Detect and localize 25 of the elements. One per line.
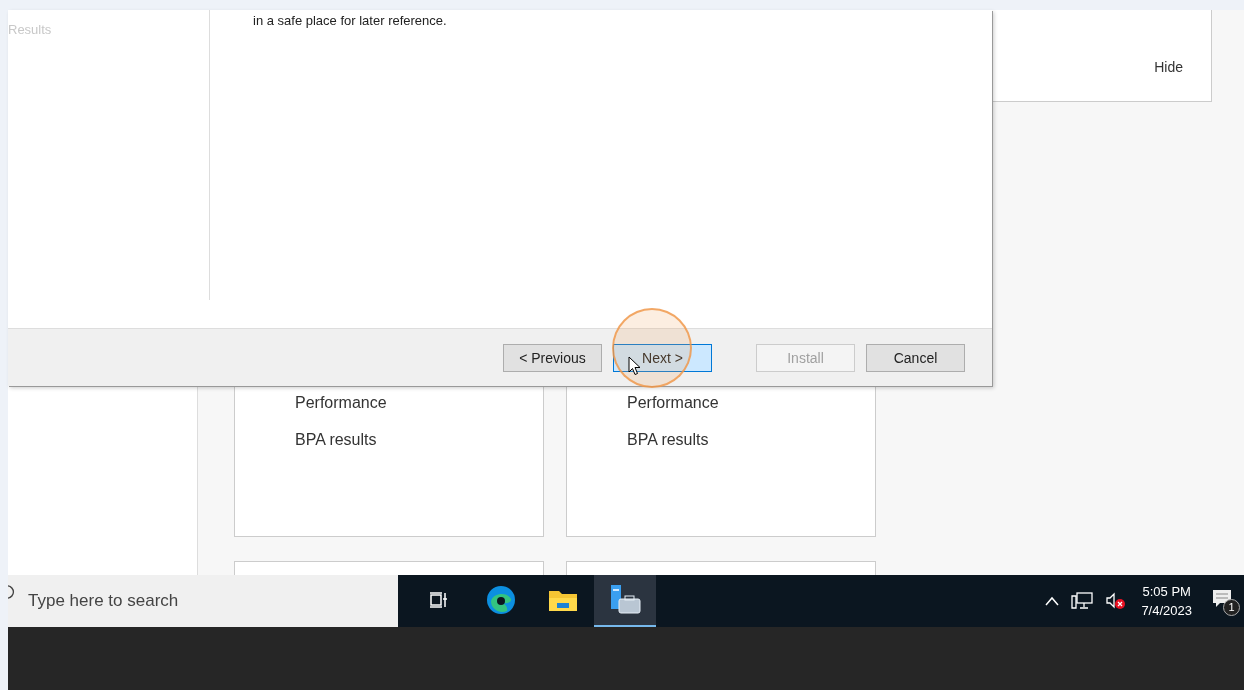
mouse-pointer-icon [628, 356, 641, 376]
browser-icon [485, 584, 517, 616]
search-field[interactable]: Type here to search [8, 575, 398, 627]
tile-link[interactable]: Performance [627, 392, 875, 414]
wizard-button[interactable]: < Previous [503, 343, 602, 372]
search-placeholder: Type here to search [28, 591, 179, 611]
volume-muted-icon[interactable] [1105, 592, 1128, 610]
hide-link[interactable]: Hide [1154, 59, 1183, 75]
server-icon [608, 584, 642, 616]
tile-link[interactable]: Performance [295, 392, 543, 414]
chevron-up-icon[interactable] [1045, 596, 1060, 606]
notification-button[interactable]: 1 [1212, 586, 1238, 616]
instruction-text: in a safe place for later reference. [253, 13, 447, 29]
tile-link[interactable]: BPA results [627, 429, 875, 451]
taskbar-clock[interactable]: 5:05 PM 7/4/2023 [1141, 582, 1192, 620]
tile-link[interactable]: BPA results [295, 429, 543, 451]
clock-date: 7/4/2023 [1141, 602, 1192, 620]
clock-time: 5:05 PM [1142, 583, 1191, 601]
wizard-button[interactable]: Next > [613, 343, 712, 372]
task-view-icon [429, 591, 449, 609]
notification-count: 1 [1223, 599, 1240, 616]
network-icon[interactable] [1071, 592, 1094, 610]
wizard-button[interactable]: Cancel [866, 343, 965, 372]
search-icon [8, 585, 16, 601]
taskbar-button[interactable] [594, 575, 656, 627]
